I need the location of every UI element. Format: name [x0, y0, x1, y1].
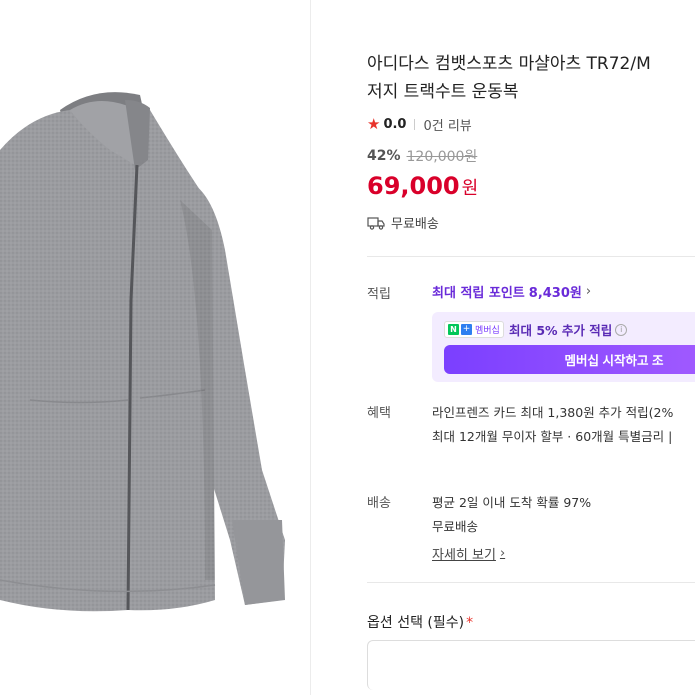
product-title-line2: 저지 트랙수트 운동복: [367, 82, 519, 102]
info-icon[interactable]: i: [615, 323, 628, 336]
chevron-right-icon: ›: [499, 546, 506, 561]
delivery-probability: 평균 2일 이내 도착 확률 97%: [432, 495, 592, 510]
review-count[interactable]: 0건 리뷰: [423, 115, 471, 134]
sale-price: 69,000 원: [367, 172, 478, 200]
delivery-label: 배송: [367, 496, 391, 511]
option-select[interactable]: [367, 640, 695, 690]
option-label: 옵션 선택 (필수) *: [367, 612, 473, 632]
membership-text: 최대 5% 추가 적립 i: [509, 320, 628, 339]
points-label: 적립: [367, 287, 391, 302]
membership-badge-label: 멤버십: [475, 326, 500, 336]
delivery-detail-link[interactable]: 자세히 보기 ›: [432, 544, 505, 563]
free-shipping-label: 무료배송: [391, 217, 439, 232]
price-unit: 원: [461, 178, 479, 199]
jacket-illustration: [0, 92, 285, 612]
free-shipping-tag: 무료배송: [367, 213, 439, 232]
chevron-right-icon: ›: [585, 284, 592, 299]
membership-badge: N + 멤버십: [444, 321, 504, 338]
points-value: 8,430원: [528, 286, 582, 301]
rating-score: 0.0: [383, 117, 407, 132]
product-title: 아디다스 컴뱃스포츠 마샬아츠 TR72/M 저지 트랙수트 운동복: [367, 50, 695, 106]
section-divider: [367, 256, 695, 257]
product-title-line1: 아디다스 컴뱃스포츠 마샬아츠 TR72/M: [367, 54, 651, 74]
price-amount: 69,000: [367, 172, 460, 200]
points-text: 최대 적립 포인트: [432, 286, 525, 301]
plus-icon: +: [461, 324, 472, 335]
star-icon: ★: [367, 115, 381, 133]
membership-text-label: 최대 5% 추가 적립: [509, 323, 613, 338]
truck-icon: [367, 216, 385, 230]
card-benefit-text[interactable]: 라인프렌즈 카드 최대 1,380원 추가 적립(2%: [432, 402, 673, 421]
rating-summary[interactable]: ★ 0.0 0건 리뷰: [367, 115, 472, 135]
points-link[interactable]: 최대 적립 포인트 8,430원 ›: [432, 282, 591, 301]
benefit-label: 혜택: [367, 406, 391, 421]
original-price: 120,000원: [406, 149, 478, 165]
installment-text[interactable]: 최대 12개월 무이자 할부 · 60개월 특별금리 |: [432, 426, 672, 445]
membership-promo: N + 멤버십 최대 5% 추가 적립 i 멤버십 시작하고 조: [432, 312, 695, 382]
required-mark: *: [466, 615, 474, 631]
discount-row: 42% 120,000원: [367, 146, 477, 166]
option-label-text: 옵션 선택 (필수): [367, 615, 465, 631]
section-divider: [367, 582, 695, 583]
product-image[interactable]: [0, 0, 311, 695]
delivery-fee: 무료배송: [432, 519, 479, 534]
rating-divider: [414, 119, 416, 130]
start-membership-button[interactable]: 멤버십 시작하고 조: [444, 345, 695, 374]
discount-rate: 42%: [367, 148, 401, 164]
delivery-detail-label: 자세히 보기: [432, 548, 496, 563]
naver-n-icon: N: [448, 324, 459, 335]
